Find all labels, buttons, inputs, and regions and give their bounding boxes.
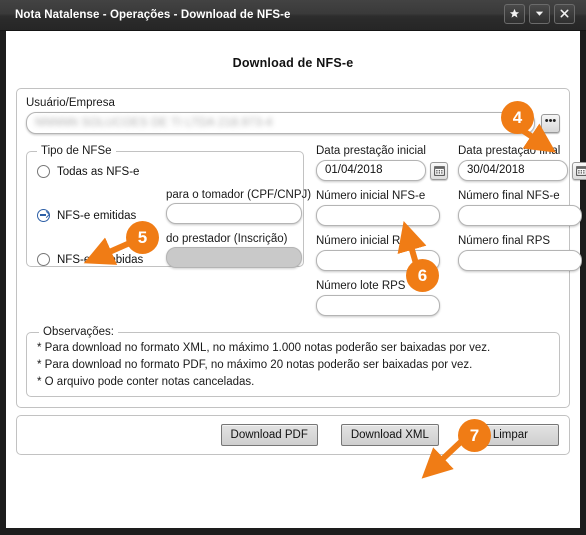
application-window: Nota Natalense - Operações - Download de… <box>0 0 586 535</box>
callout-badge-5: 5 <box>126 221 159 254</box>
window-controls <box>504 4 575 24</box>
callout-badge-6: 6 <box>406 259 439 292</box>
callout-badge-4: 4 <box>501 101 534 134</box>
title-bar: Nota Natalense - Operações - Download de… <box>0 0 586 31</box>
window-title: Nota Natalense - Operações - Download de… <box>15 9 291 21</box>
chevron-down-icon[interactable] <box>529 4 550 24</box>
callout-badge-7: 7 <box>458 419 491 452</box>
page-body: Download de NFS-e Usuário/Empresa NNNNN … <box>6 31 586 528</box>
favorite-star-icon[interactable] <box>504 4 525 24</box>
close-icon[interactable] <box>554 4 575 24</box>
callout-arrows <box>83 121 556 479</box>
